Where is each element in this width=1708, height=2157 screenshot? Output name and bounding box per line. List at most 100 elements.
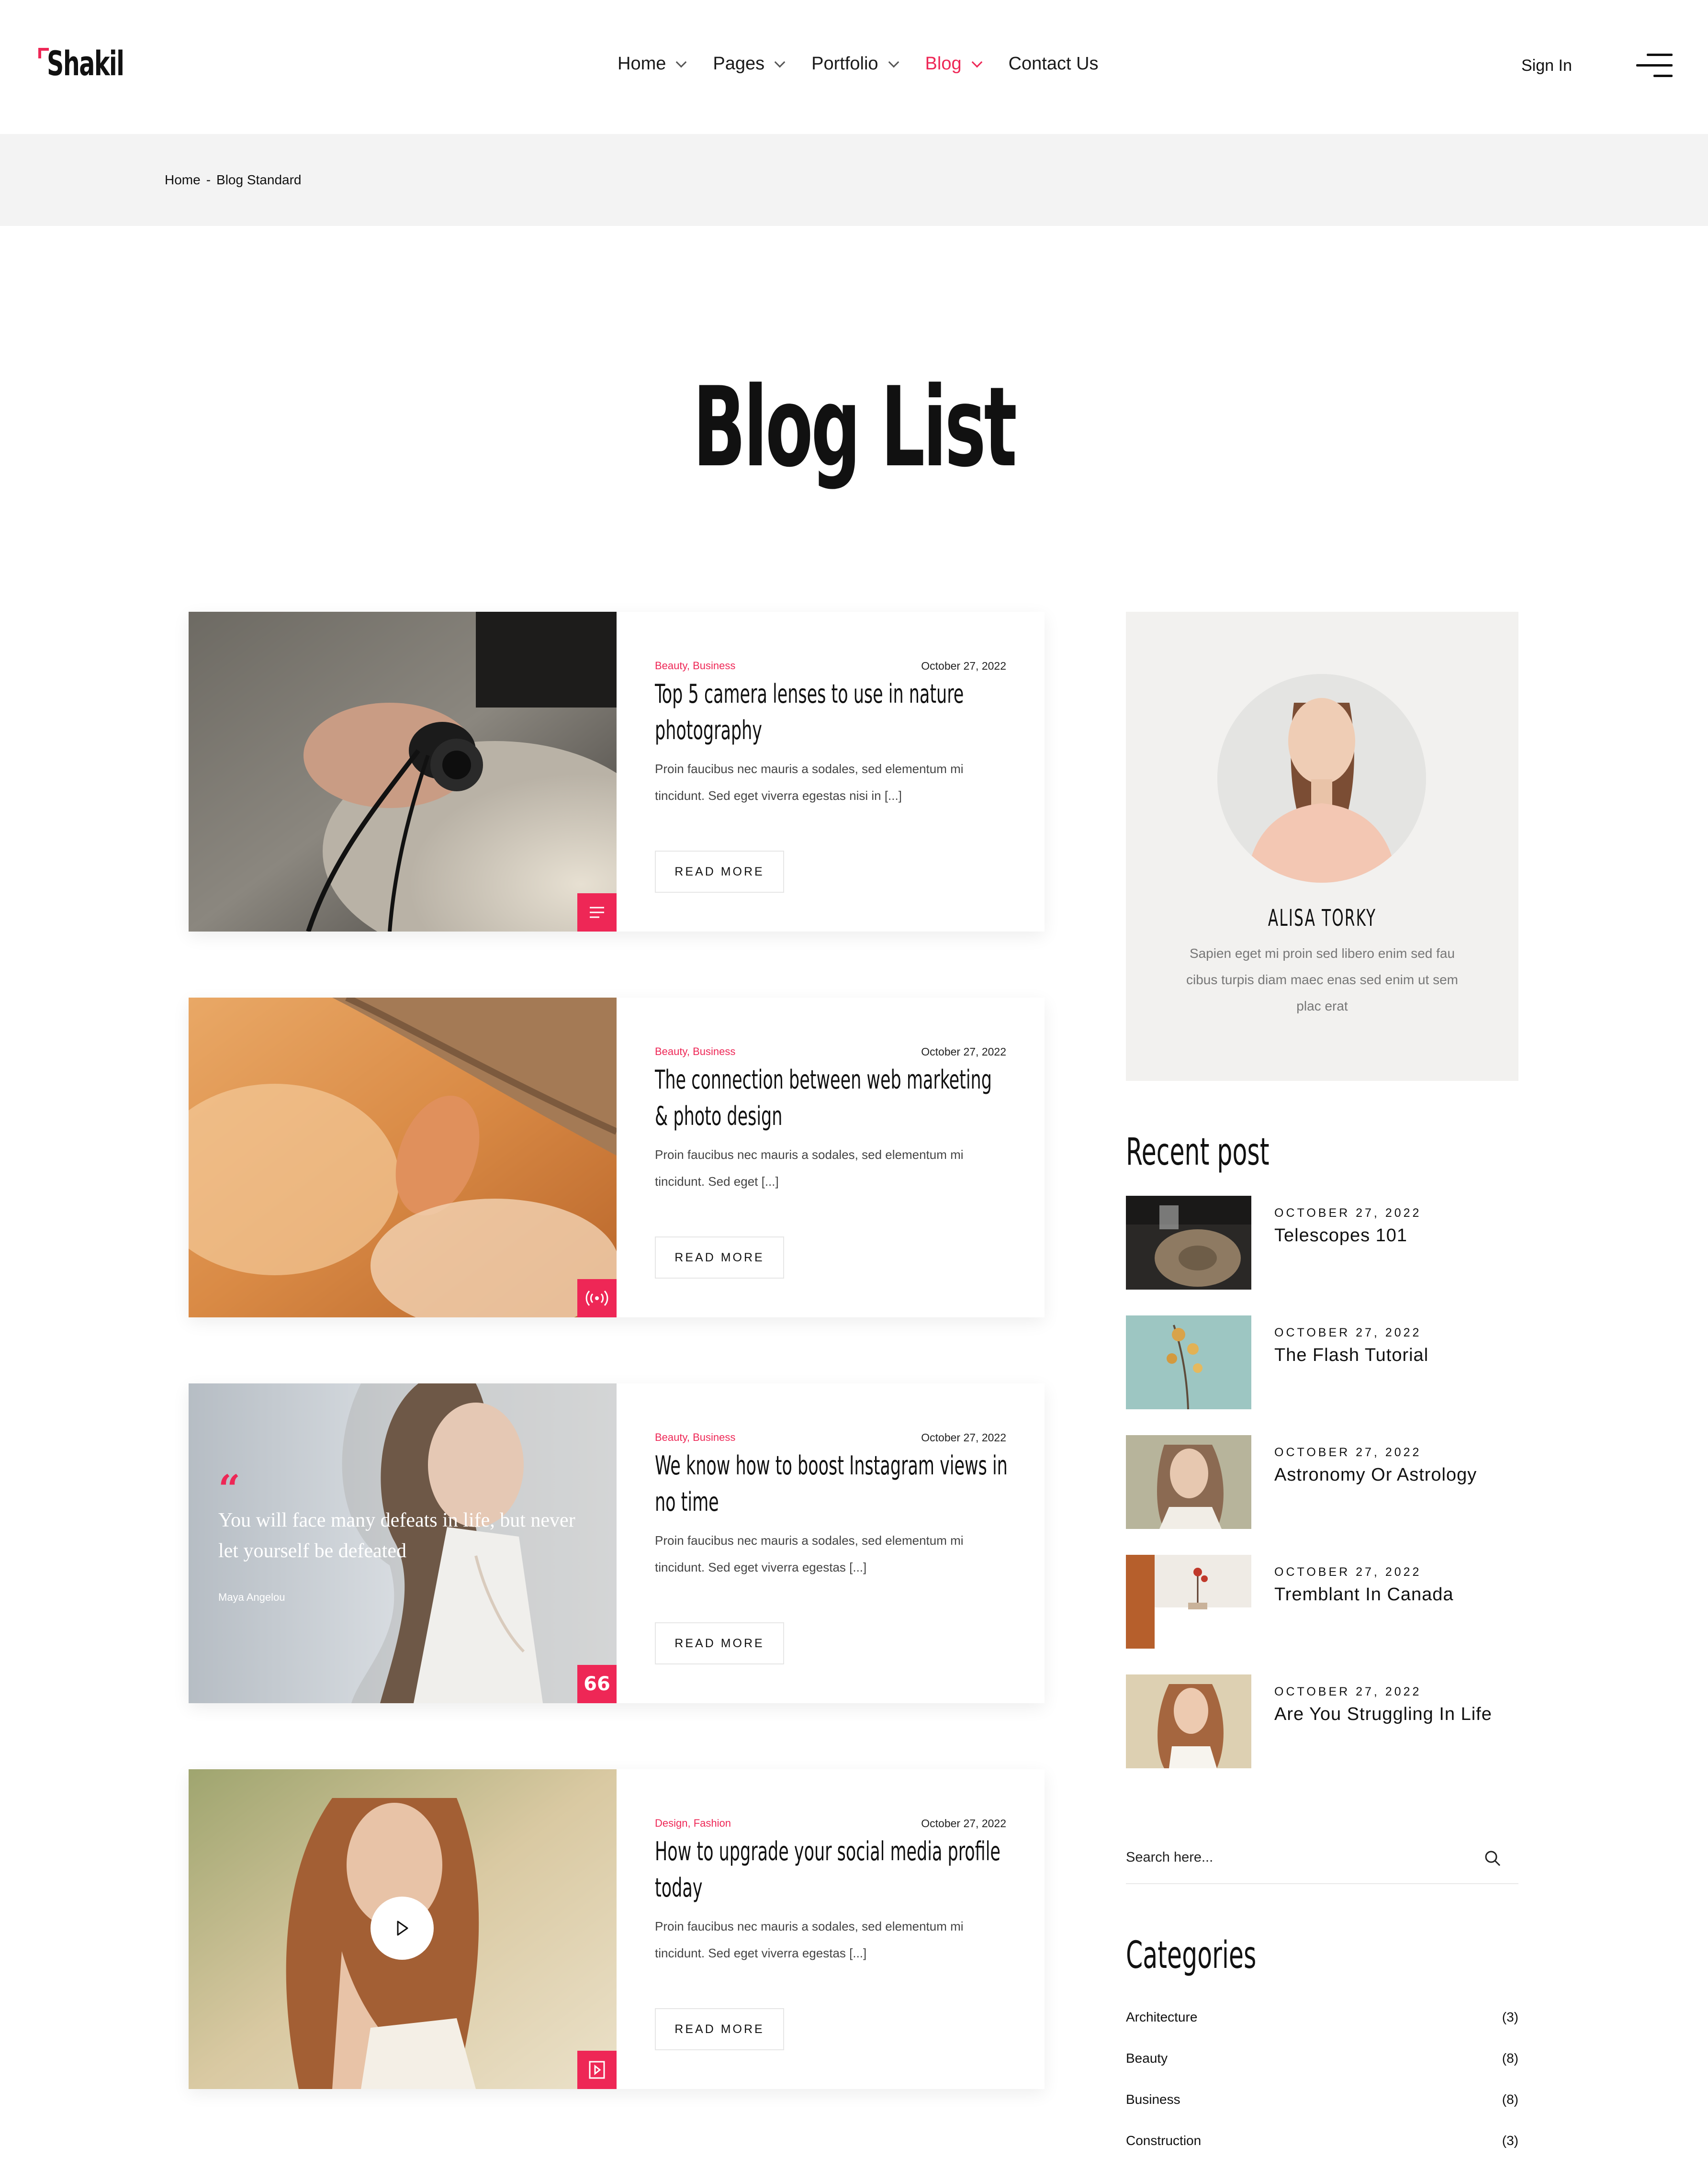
breadcrumb-separator: - xyxy=(206,172,211,187)
post-title[interactable]: How to upgrade your social media profile… xyxy=(655,1833,1010,1906)
post-quote-author: Maya Angelou xyxy=(218,1591,285,1603)
search-widget xyxy=(1126,1836,1518,1884)
category-count: (8) xyxy=(1502,2051,1518,2066)
recent-post-title[interactable]: The Flash Tutorial xyxy=(1274,1345,1428,1366)
video-icon xyxy=(577,2051,617,2089)
avatar xyxy=(1217,674,1426,883)
post-date: October 27, 2022 xyxy=(921,1817,1006,1830)
nav-item-contact[interactable]: Contact Us xyxy=(1009,54,1099,74)
chevron-down-icon xyxy=(888,56,899,67)
post-title[interactable]: Top 5 camera lenses to use in nature pho… xyxy=(655,676,1010,749)
category-item[interactable]: Beauty (8) xyxy=(1126,2051,1518,2075)
nav-item-label: Contact Us xyxy=(1008,54,1099,74)
page-title: Blog List xyxy=(693,364,1017,492)
recent-post-date: OCTOBER 27, 2022 xyxy=(1274,1685,1422,1698)
nav-item-pages[interactable]: Pages xyxy=(713,54,786,74)
post-categories[interactable]: Design, Fashion xyxy=(655,1817,731,1830)
search-icon[interactable] xyxy=(1483,1849,1502,1868)
post-title[interactable]: The connection between web marketing & p… xyxy=(655,1062,1010,1135)
play-icon xyxy=(397,1921,408,1936)
nav-item-blog[interactable]: Blog xyxy=(925,54,982,74)
post-excerpt: Proin faucibus nec mauris a sodales, sed… xyxy=(655,1533,964,1574)
recent-post-title: Recent post xyxy=(1126,1131,1270,1174)
post-card: Design, Fashion October 27, 2022 How to … xyxy=(189,1769,1045,2089)
recent-post-title[interactable]: Telescopes 101 xyxy=(1274,1225,1407,1246)
recent-post-item[interactable]: OCTOBER 27, 2022 Tremblant In Canada xyxy=(1126,1555,1518,1649)
recent-post-date: OCTOBER 27, 2022 xyxy=(1274,1446,1422,1459)
post-categories[interactable]: Beauty, Business xyxy=(655,660,735,672)
quote-icon: 66 xyxy=(577,1665,617,1703)
category-name[interactable]: Business xyxy=(1126,2092,1180,2107)
category-count: (3) xyxy=(1502,2010,1518,2024)
read-more-button[interactable]: READ MORE xyxy=(655,2008,784,2050)
category-item[interactable]: Business (8) xyxy=(1126,2092,1518,2116)
post-image[interactable] xyxy=(189,998,617,1317)
breadcrumb-home-link[interactable]: Home xyxy=(165,172,201,188)
logo-text: Shakil xyxy=(47,44,124,83)
category-name[interactable]: Construction xyxy=(1126,2133,1201,2148)
audio-broadcast-icon xyxy=(577,1279,617,1317)
recent-post-item[interactable]: OCTOBER 27, 2022 Telescopes 101 xyxy=(1126,1196,1518,1290)
author-bio: Sapien eget mi proin sed libero enim sed… xyxy=(1186,946,1459,1013)
chevron-down-icon xyxy=(971,56,982,67)
nav-item-label: Blog xyxy=(925,54,962,74)
author-name: ALISA TORKY xyxy=(1268,905,1377,932)
recent-post-date: OCTOBER 27, 2022 xyxy=(1274,1565,1422,1579)
main-nav: Home Pages Portfolio Blog Contact Us xyxy=(618,54,1126,74)
recent-post-item[interactable]: OCTOBER 27, 2022 Astronomy Or Astrology xyxy=(1126,1435,1518,1529)
recent-post-date: OCTOBER 27, 2022 xyxy=(1274,1206,1422,1220)
recent-post-thumbnail[interactable] xyxy=(1126,1555,1251,1649)
read-more-button[interactable]: READ MORE xyxy=(655,851,784,893)
category-name[interactable]: Beauty xyxy=(1126,2051,1168,2066)
category-count: (3) xyxy=(1502,2133,1518,2148)
category-item[interactable]: Architecture (3) xyxy=(1126,2010,1518,2033)
hamburger-icon[interactable] xyxy=(1636,54,1673,79)
recent-post-thumbnail[interactable] xyxy=(1126,1196,1251,1290)
post-quote-text: You will face many defeats in life, but … xyxy=(218,1509,575,1562)
text-lines-icon xyxy=(577,893,617,932)
nav-item-home[interactable]: Home xyxy=(618,54,687,74)
breadcrumb-current: Blog Standard xyxy=(216,172,302,187)
recent-post-item[interactable]: OCTOBER 27, 2022 Are You Struggling In L… xyxy=(1126,1674,1518,1768)
category-name[interactable]: Architecture xyxy=(1126,2010,1197,2025)
categories-title: Categories xyxy=(1126,1934,1257,1977)
category-count: (8) xyxy=(1502,2092,1518,2107)
post-title[interactable]: We know how to boost Instagram views in … xyxy=(655,1448,1010,1520)
chevron-down-icon xyxy=(676,56,687,67)
recent-post-title[interactable]: Are You Struggling In Life xyxy=(1274,1704,1492,1725)
recent-post-title[interactable]: Tremblant In Canada xyxy=(1274,1584,1454,1605)
quote-mark-icon: “ xyxy=(218,1470,240,1508)
play-video-button[interactable] xyxy=(371,1897,434,1960)
post-date: October 27, 2022 xyxy=(921,1045,1006,1058)
post-excerpt: Proin faucibus nec mauris a sodales, sed… xyxy=(655,1919,964,1960)
post-date: October 27, 2022 xyxy=(921,1431,1006,1444)
sign-in-link[interactable]: Sign In xyxy=(1521,56,1572,75)
post-image[interactable] xyxy=(189,612,617,932)
recent-post-date: OCTOBER 27, 2022 xyxy=(1274,1326,1422,1339)
breadcrumb: Home - Blog Standard xyxy=(165,172,302,188)
post-excerpt: Proin faucibus nec mauris a sodales, sed… xyxy=(655,762,964,803)
post-card: “ You will face many defeats in life, bu… xyxy=(189,1383,1045,1703)
site-logo[interactable]: Shakil xyxy=(38,44,144,92)
nav-item-portfolio[interactable]: Portfolio xyxy=(811,54,899,74)
search-input[interactable] xyxy=(1126,1843,1461,1872)
author-widget: ALISA TORKY Sapien eget mi proin sed lib… xyxy=(1126,612,1518,1081)
post-categories[interactable]: Beauty, Business xyxy=(655,1431,735,1444)
recent-post-thumbnail[interactable] xyxy=(1126,1674,1251,1768)
post-categories[interactable]: Beauty, Business xyxy=(655,1045,735,1058)
read-more-button[interactable]: READ MORE xyxy=(655,1236,784,1279)
read-more-button[interactable]: READ MORE xyxy=(655,1622,784,1664)
post-excerpt: Proin faucibus nec mauris a sodales, sed… xyxy=(655,1147,964,1189)
post-card: Beauty, Business October 27, 2022 Top 5 … xyxy=(189,612,1045,932)
category-item[interactable]: Construction (3) xyxy=(1126,2133,1518,2157)
post-date: October 27, 2022 xyxy=(921,660,1006,672)
nav-item-label: Pages xyxy=(713,54,765,74)
recent-post-thumbnail[interactable] xyxy=(1126,1435,1251,1529)
nav-item-label: Home xyxy=(618,54,666,74)
recent-post-title[interactable]: Astronomy Or Astrology xyxy=(1274,1465,1477,1485)
recent-post-thumbnail[interactable] xyxy=(1126,1315,1251,1409)
post-card: Beauty, Business October 27, 2022 The co… xyxy=(189,998,1045,1317)
recent-post-item[interactable]: OCTOBER 27, 2022 The Flash Tutorial xyxy=(1126,1315,1518,1409)
chevron-down-icon xyxy=(774,56,786,67)
nav-item-label: Portfolio xyxy=(811,54,878,74)
